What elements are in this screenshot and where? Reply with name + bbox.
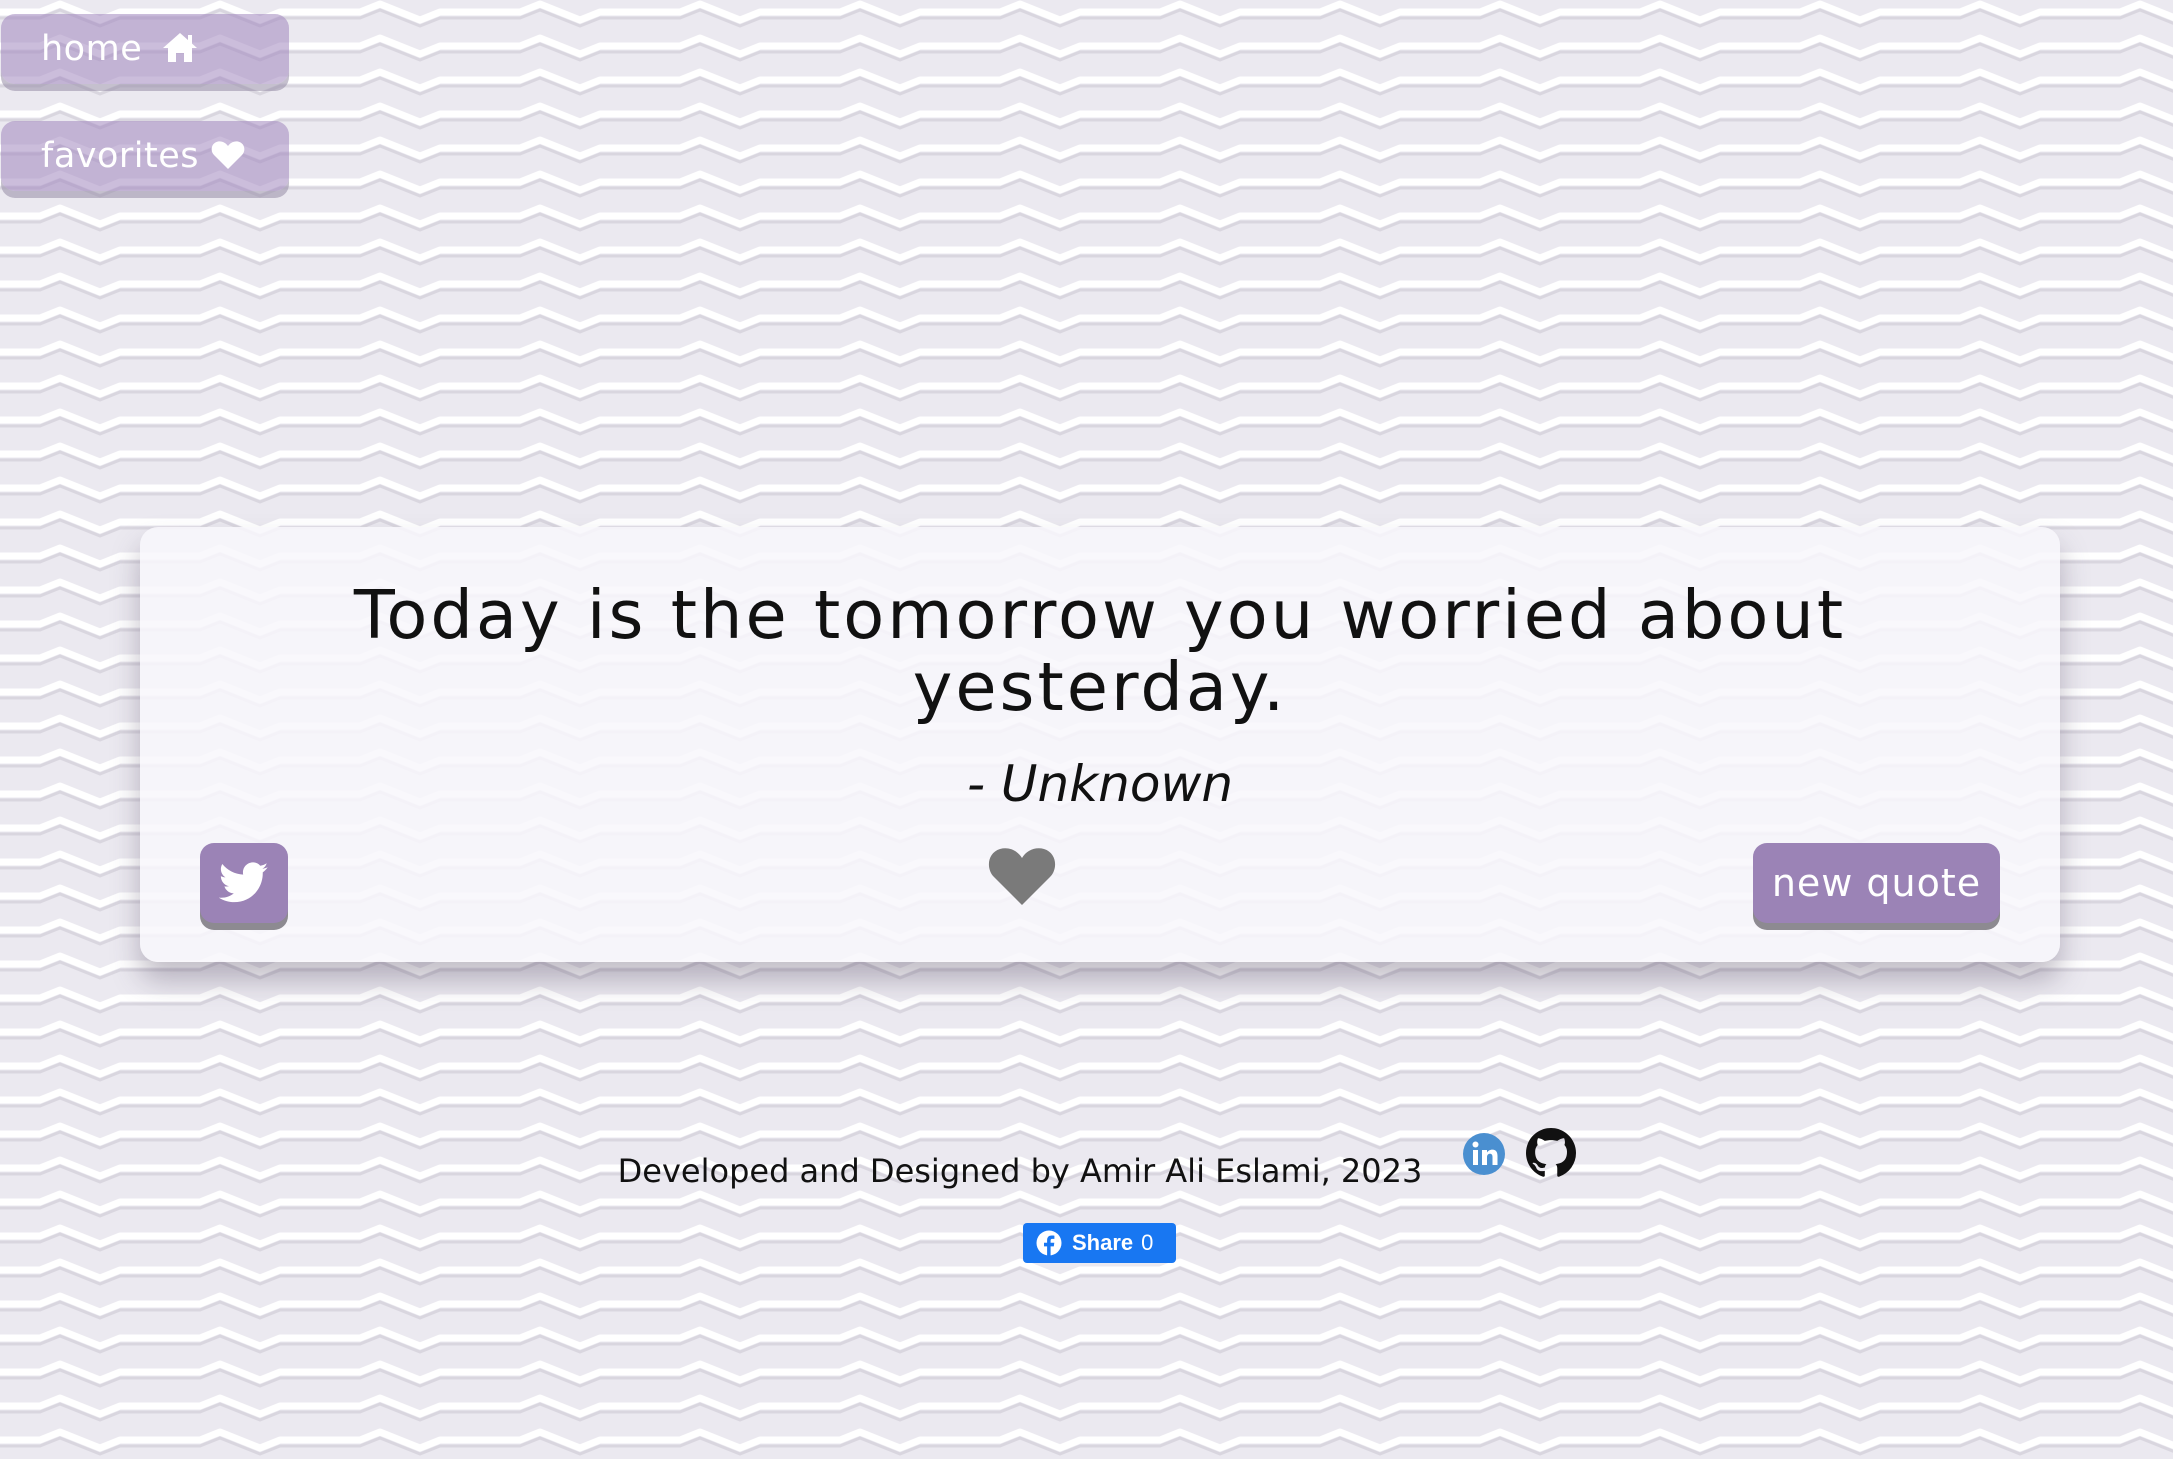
linkedin-link[interactable] <box>1462 1132 1506 1176</box>
twitter-icon <box>219 862 269 903</box>
quote-card: Today is the tomorrow you worried about … <box>140 527 2060 962</box>
share-count: 0 <box>1141 1230 1154 1255</box>
home-button[interactable]: home <box>1 14 289 84</box>
home-label: home <box>41 29 143 69</box>
favorites-button[interactable]: favorites <box>1 121 289 191</box>
share-label: Share <box>1072 1230 1134 1255</box>
heart-icon <box>211 140 245 170</box>
linkedin-icon <box>1463 1133 1505 1175</box>
facebook-share-button[interactable]: Share 0 <box>1023 1223 1176 1263</box>
quote-author: - Unknown <box>966 755 1234 813</box>
heart-icon <box>988 848 1056 905</box>
quote-text: Today is the tomorrow you worried about … <box>353 576 1847 726</box>
new-quote-button[interactable]: new quote <box>1753 843 2000 923</box>
footer-credit: Developed and Designed by Amir Ali Eslam… <box>617 1152 1423 1190</box>
home-icon <box>161 31 199 63</box>
github-link[interactable] <box>1526 1128 1576 1178</box>
facebook-icon <box>1036 1230 1062 1256</box>
favorites-label: favorites <box>41 136 200 176</box>
tweet-button[interactable] <box>200 843 288 923</box>
github-icon <box>1526 1128 1576 1177</box>
favorite-heart-button[interactable] <box>988 845 1056 907</box>
